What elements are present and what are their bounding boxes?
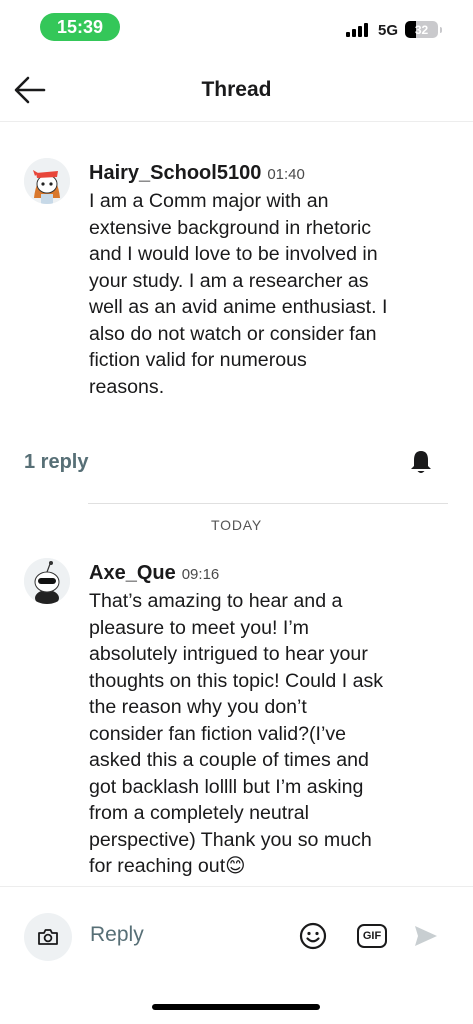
comment-line: consider fan fiction valid?(I’ve — [89, 722, 347, 745]
day-separator: TODAY — [211, 517, 262, 533]
comment-time: 01:40 — [267, 166, 305, 183]
comment-body: Hairy_School5100 01:40 I am a Comm major … — [89, 160, 453, 400]
gif-label: GIF — [362, 930, 382, 942]
battery-icon: 32 — [405, 21, 442, 38]
comment-line: also do not watch or consider fan — [89, 322, 377, 345]
reply-input[interactable] — [90, 923, 270, 947]
username[interactable]: Hairy_School5100 — [89, 162, 261, 184]
comment-line: for reaching out😊 — [89, 855, 246, 877]
comment-body: Axe_Que 09:16 That’s amazing to hear and … — [89, 560, 453, 880]
send-button[interactable] — [413, 923, 439, 949]
comment-line: got backlash lollll but I’m asking — [89, 775, 364, 798]
avatar[interactable] — [24, 558, 70, 604]
bell-icon — [411, 451, 431, 473]
camera-button[interactable] — [24, 913, 72, 961]
comment-line: thoughts on this topic! Could I ask — [89, 669, 384, 692]
comment-line: I am a Comm major with an — [89, 190, 329, 212]
comment-line: asked this a couple of times and — [89, 749, 369, 771]
network-label: 5G — [378, 22, 399, 39]
emoji-button[interactable] — [298, 921, 328, 951]
camera-icon — [38, 929, 58, 945]
comment-line: well as an avid anime enthusiast. I — [89, 296, 388, 318]
battery-level: 32 — [414, 22, 429, 37]
comment-line: and I would love to be involved in — [89, 243, 378, 265]
comment-text: I am a Comm major with an extensive back… — [89, 188, 453, 400]
comment-text: That’s amazing to hear and a pleasure to… — [89, 588, 453, 880]
status-bar: 15:39 5G 32 — [0, 0, 473, 52]
reply-count-link[interactable]: 1 reply — [24, 451, 88, 473]
comment-line: the reason why you don’t — [89, 696, 307, 718]
username[interactable]: Axe_Que — [89, 562, 176, 584]
comment-line: reasons. — [89, 375, 165, 398]
reply-row: 1 reply — [24, 446, 443, 478]
comment-line: your study. I am a researcher as — [89, 269, 369, 292]
comment-line: from a completely neutral — [89, 802, 309, 824]
comment-line: That’s amazing to hear and a — [89, 590, 343, 612]
comment-time: 09:16 — [181, 566, 220, 583]
send-icon — [415, 926, 437, 946]
divider — [88, 503, 448, 504]
snoo-avatar-icon — [24, 158, 70, 204]
comment-line: fiction valid for numerous — [89, 349, 307, 371]
comment-line: extensive background in rhetoric — [89, 216, 372, 239]
page-title: Thread — [201, 78, 272, 101]
reply-composer: GIF — [0, 886, 473, 986]
comment-line: absolutely intrigued to hear your — [89, 643, 368, 665]
home-indicator — [152, 1004, 320, 1010]
comment-line: pleasure to meet you! I’m — [89, 616, 309, 639]
avatar[interactable] — [24, 158, 70, 204]
comment-line: perspective) Thank you so much — [89, 828, 372, 851]
smiley-icon — [299, 922, 327, 950]
notification-button[interactable] — [407, 448, 435, 476]
gif-button[interactable]: GIF — [357, 924, 387, 948]
snoo-avatar-icon — [24, 558, 70, 604]
header: Thread — [0, 60, 473, 122]
status-time: 15:39 — [40, 13, 120, 41]
comment-meta: Axe_Que 09:16 — [89, 560, 453, 588]
signal-icon — [346, 21, 370, 37]
comment-meta: Hairy_School5100 01:40 — [89, 160, 453, 188]
